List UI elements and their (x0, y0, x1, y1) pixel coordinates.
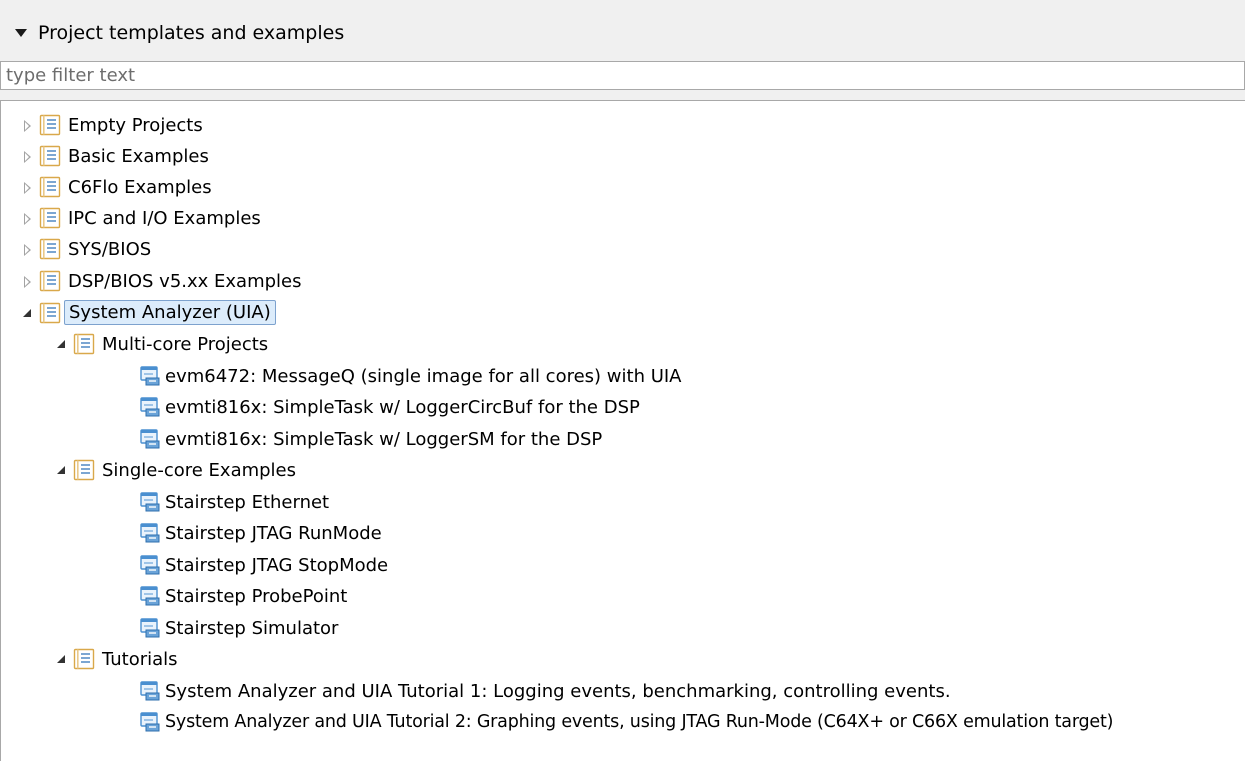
expand-arrow-icon[interactable] (21, 181, 35, 195)
collapse-arrow-icon[interactable] (55, 338, 69, 352)
expand-arrow-icon[interactable] (21, 243, 35, 257)
project-template-icon (139, 365, 161, 387)
folder-list-icon (73, 648, 95, 670)
expand-arrow-icon[interactable] (21, 119, 35, 133)
tree-item-label: Basic Examples (68, 146, 209, 167)
folder-list-icon (39, 238, 61, 260)
tree-item-label: System Analyzer and UIA Tutorial 1: Logg… (165, 681, 951, 702)
tree-item-label: C6Flo Examples (68, 177, 212, 198)
tree-item-label: System Analyzer and UIA Tutorial 2: Grap… (165, 712, 1114, 732)
tree-item-label: Single-core Examples (102, 460, 297, 481)
folder-list-icon (39, 145, 61, 167)
tree-item-label: Stairstep Simulator (165, 618, 339, 639)
project-tree[interactable]: Empty Projects Basic Examples C6Flo Exam… (0, 100, 1245, 761)
tree-item-label: Stairstep ProbePoint (165, 586, 348, 607)
tree-item-label: DSP/BIOS v5.xx Examples (68, 271, 302, 292)
tree-item-label: evmti816x: SimpleTask w/ LoggerCircBuf f… (165, 397, 640, 418)
tree-item-label: evmti816x: SimpleTask w/ LoggerSM for th… (165, 429, 603, 450)
tree-item-label: Tutorials (102, 649, 178, 670)
folder-list-icon (39, 176, 61, 198)
folder-list-icon (73, 333, 95, 355)
expand-arrow-icon[interactable] (21, 275, 35, 289)
project-template-icon (139, 554, 161, 576)
folder-list-icon (39, 207, 61, 229)
filter-input[interactable] (0, 61, 1245, 90)
project-template-icon (139, 680, 161, 702)
project-template-icon (139, 428, 161, 450)
collapse-arrow-icon[interactable] (55, 464, 69, 478)
project-template-icon (139, 585, 161, 607)
folder-list-icon (39, 114, 61, 136)
tree-item-label: Empty Projects (68, 115, 203, 136)
section-header[interactable]: Project templates and examples (0, 0, 1245, 64)
folder-list-icon (39, 302, 61, 324)
project-template-icon (139, 491, 161, 513)
expand-arrow-icon[interactable] (21, 150, 35, 164)
folder-list-icon (39, 270, 61, 292)
triangle-down-icon[interactable] (15, 29, 27, 37)
tree-item-label: IPC and I/O Examples (68, 208, 261, 229)
tree-item-label: Multi-core Projects (102, 334, 269, 355)
expand-arrow-icon[interactable] (21, 212, 35, 226)
folder-list-icon (73, 459, 95, 481)
tree-item-label: Stairstep JTAG StopMode (165, 555, 389, 576)
tree-item-label: Stairstep JTAG RunMode (165, 523, 382, 544)
project-template-icon (139, 617, 161, 639)
tree-item-label: evm6472: MessageQ (single image for all … (165, 366, 682, 387)
project-template-icon (139, 522, 161, 544)
tree-item-label: SYS/BIOS (68, 239, 152, 260)
project-template-icon (139, 396, 161, 418)
collapse-arrow-icon[interactable] (55, 653, 69, 667)
tree-item-label: Stairstep Ethernet (165, 492, 330, 513)
tree-item-label: System Analyzer (UIA) (64, 300, 276, 325)
section-title: Project templates and examples (38, 22, 345, 44)
project-template-icon (139, 711, 161, 733)
collapse-arrow-icon[interactable] (21, 307, 35, 321)
